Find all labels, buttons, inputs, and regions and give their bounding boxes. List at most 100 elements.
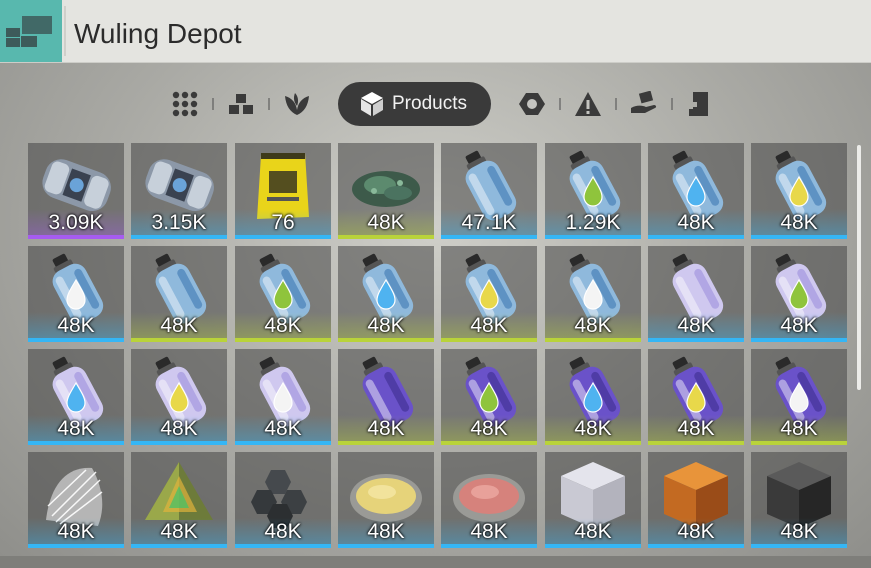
inventory-slot[interactable]: 48K [751,143,847,239]
inventory-slot[interactable]: 47.1K [441,143,537,239]
rarity-bar [131,338,227,342]
item-count: 48K [160,520,198,543]
inventory-scrollbar[interactable] [857,145,861,390]
inventory-slot[interactable]: 48K [131,349,227,445]
inventory-slot[interactable]: 48K [545,452,641,548]
ore-icon[interactable] [517,89,547,119]
inventory-slot[interactable]: 48K [28,349,124,445]
item-count: 76 [271,211,295,234]
rarity-bar [235,544,331,548]
rarity-bar [648,235,744,239]
inventory-slot[interactable]: 48K [545,349,641,445]
item-count: 48K [57,520,95,543]
inventory-grid: 3.09K 3.15K 76 48K 47.1K 1.29K 48K 48K 48K 48K 48K… [28,143,848,548]
inventory-slot[interactable]: 48K [235,246,331,342]
inventory-slot[interactable]: 48K [235,452,331,548]
inventory-slot[interactable]: 48K [751,452,847,548]
item-count: 48K [367,520,405,543]
tab-products[interactable]: Products [338,82,491,126]
rarity-bar [648,544,744,548]
rarity-bar [338,544,434,548]
inventory-slot[interactable]: 48K [338,246,434,342]
filter-separator [268,98,270,110]
item-count: 48K [780,211,818,234]
filter-separator [558,98,561,110]
item-count: 48K [677,520,715,543]
inventory-slot[interactable]: 48K [648,143,744,239]
building-icon[interactable] [685,89,715,119]
blocks-icon[interactable] [226,89,256,119]
item-count: 48K [470,520,508,543]
inventory-slot[interactable]: 48K [235,349,331,445]
rarity-bar [28,338,124,342]
rarity-bar [441,441,537,445]
item-count: 48K [574,520,612,543]
item-count: 48K [264,417,302,440]
item-count: 48K [367,314,405,337]
inventory-slot[interactable]: 48K [338,452,434,548]
inventory-slot[interactable]: 48K [751,246,847,342]
inventory-slot[interactable]: 48K [441,452,537,548]
item-count: 47.1K [461,211,517,234]
inventory-slot[interactable]: 76 [235,143,331,239]
inventory-slot[interactable]: 48K [28,452,124,548]
rarity-bar [235,441,331,445]
rarity-bar [131,235,227,239]
item-count: 48K [780,417,818,440]
item-count: 3.09K [48,211,104,234]
filter-separator [614,98,617,110]
rarity-bar [131,441,227,445]
inventory-slot[interactable]: 48K [441,349,537,445]
item-count: 48K [677,417,715,440]
item-count: 48K [57,417,95,440]
rarity-bar [545,544,641,548]
item-count: 48K [160,417,198,440]
inventory-slot[interactable]: 48K [648,349,744,445]
inventory-slot[interactable]: 1.29K [545,143,641,239]
item-count: 48K [264,314,302,337]
inventory-slot[interactable]: 48K [751,349,847,445]
item-count: 48K [780,520,818,543]
rarity-bar [131,544,227,548]
all-grid-icon[interactable] [170,89,200,119]
header-divider [64,6,66,56]
inventory-slot[interactable]: 48K [338,349,434,445]
rarity-bar [648,441,744,445]
rarity-bar [441,338,537,342]
rarity-bar [441,544,537,548]
inventory-slot[interactable]: 48K [338,143,434,239]
inventory-slot[interactable]: 48K [28,246,124,342]
item-count: 48K [574,314,612,337]
rarity-bar [338,441,434,445]
item-count: 48K [677,314,715,337]
rarity-bar [235,338,331,342]
hand-delivery-icon[interactable] [629,89,659,119]
inventory-slot[interactable]: 48K [441,246,537,342]
inventory-slot[interactable]: 48K [545,246,641,342]
inventory-slot[interactable]: 3.09K [28,143,124,239]
filter-separator [670,98,673,110]
products-icon [361,92,383,116]
inventory-slot[interactable]: 48K [131,246,227,342]
tab-products-label: Products [392,93,467,114]
item-count: 48K [574,417,612,440]
filter-separator [212,98,214,110]
inventory-slot[interactable]: 48K [131,452,227,548]
rarity-bar [28,235,124,239]
item-count: 48K [264,520,302,543]
rarity-bar [648,338,744,342]
warning-icon[interactable] [573,89,603,119]
rarity-bar [545,338,641,342]
rarity-bar [545,235,641,239]
item-count: 3.15K [151,211,207,234]
rarity-bar [235,235,331,239]
plant-icon[interactable] [282,89,312,119]
rarity-bar [751,235,847,239]
item-count: 48K [367,211,405,234]
inventory-slot[interactable]: 48K [648,246,744,342]
inventory-slot[interactable]: 48K [648,452,744,548]
inventory-slot[interactable]: 3.15K [131,143,227,239]
header-bar: Wuling Depot [0,0,871,63]
item-count: 48K [367,417,405,440]
rarity-bar [441,235,537,239]
